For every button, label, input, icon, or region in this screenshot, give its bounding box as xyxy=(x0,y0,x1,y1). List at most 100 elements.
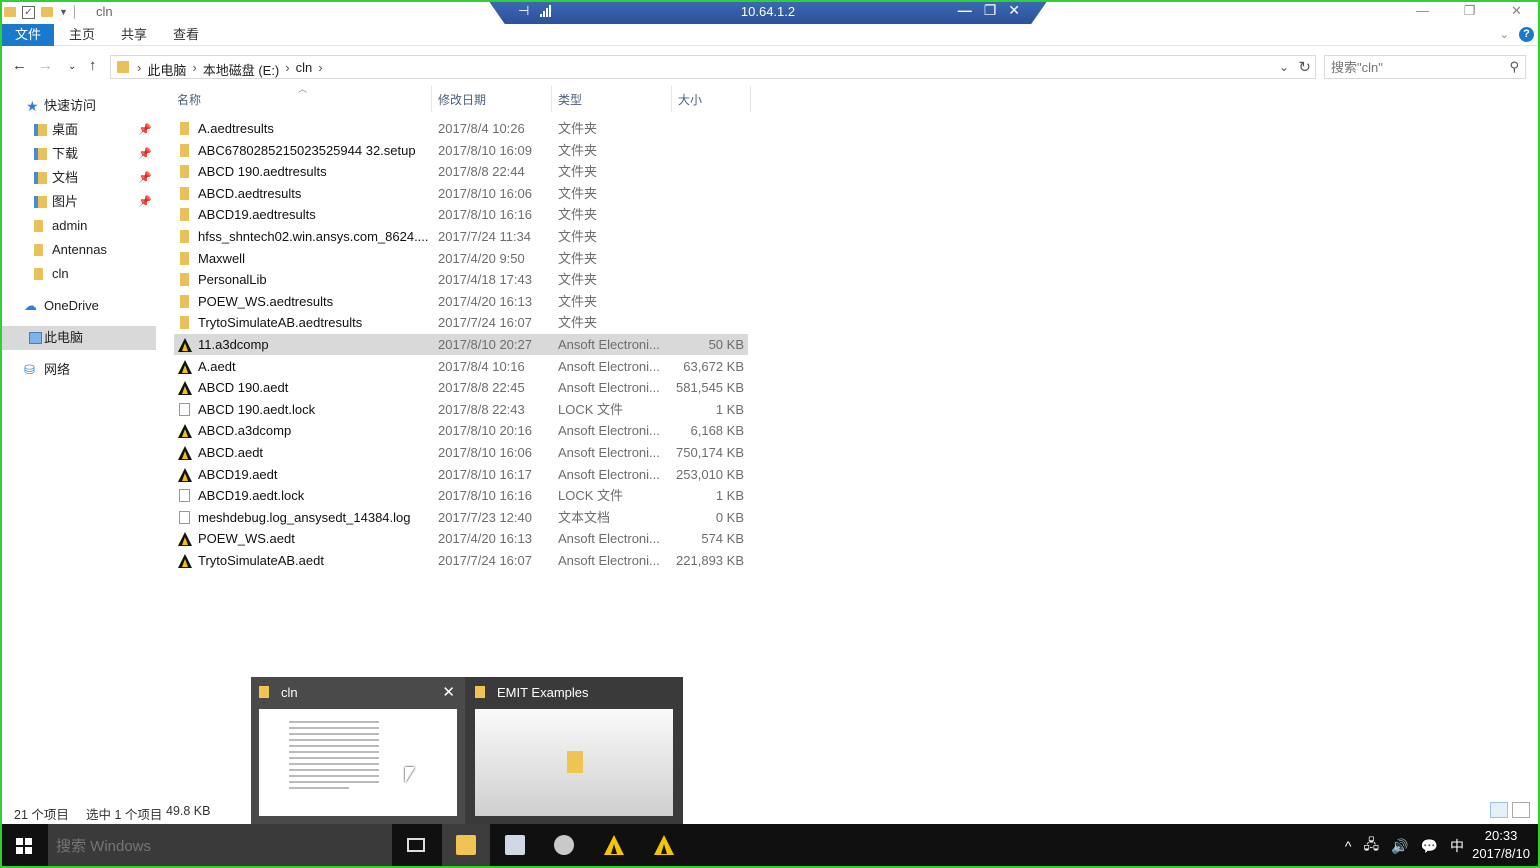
file-date: 2017/4/20 16:13 xyxy=(438,293,532,309)
sidebar-item-network[interactable]: ⛁ 网络 xyxy=(0,358,156,382)
file-row[interactable]: ABC6780285215023525944 32.setup 2017/8/10… xyxy=(174,140,748,161)
taskbar-remote-desktop[interactable] xyxy=(491,824,539,868)
large-icons-view-icon[interactable] xyxy=(1512,802,1530,818)
file-row[interactable]: TrytoSimulateAB.aedt 2017/7/24 16:07 Ansof… xyxy=(174,550,748,571)
clock[interactable]: 20:33 2017/8/10 xyxy=(1472,827,1530,863)
show-hidden-icons-icon[interactable]: ^ xyxy=(1345,838,1352,854)
file-row[interactable]: A.aedt 2017/8/4 10:16 Ansoft Electroni... 6… xyxy=(174,356,748,377)
up-arrow-icon[interactable]: ↑ xyxy=(89,57,97,74)
file-row[interactable]: ABCD19.aedtresults 2017/8/10 16:16 文件夹 xyxy=(174,204,748,225)
close-button[interactable]: ✕ xyxy=(1493,0,1540,24)
task-view-button[interactable] xyxy=(392,824,440,868)
maximize-button[interactable]: ❐ xyxy=(1446,0,1493,24)
refresh-icon[interactable]: ↻ xyxy=(1298,58,1311,76)
file-row[interactable]: PersonalLib 2017/4/18 17:43 文件夹 xyxy=(174,269,748,290)
taskbar-search-input[interactable] xyxy=(56,835,376,857)
file-type: Ansoft Electroni... xyxy=(558,445,660,460)
tool-app-icon xyxy=(554,835,574,855)
minimize-button[interactable]: — xyxy=(1399,0,1446,24)
breadcrumb-separator-icon[interactable]: › xyxy=(137,60,141,79)
column-name[interactable]: 名称 xyxy=(177,91,201,108)
search-icon[interactable]: ⚲ xyxy=(1509,59,1519,75)
breadcrumb-separator-icon[interactable]: › xyxy=(285,60,289,79)
forward-arrow-icon[interactable]: → xyxy=(38,57,53,74)
address-bar[interactable]: › 此电脑 › 本地磁盘 (E:) › cln › ⌄ ↻ xyxy=(110,55,1316,79)
file-row[interactable]: ABCD.aedtresults 2017/8/10 16:06 文件夹 xyxy=(174,183,748,204)
file-row[interactable]: ABCD 190.aedt 2017/8/8 22:45 Ansoft Electr… xyxy=(174,377,748,398)
remote-close-button[interactable]: ✕ xyxy=(1008,2,1020,19)
file-row[interactable]: Maxwell 2017/4/20 9:50 文件夹 xyxy=(174,248,748,269)
breadcrumb-local-disk[interactable]: 本地磁盘 (E:) xyxy=(203,60,280,79)
column-type[interactable]: 类型 xyxy=(558,91,582,108)
file-row[interactable]: POEW_WS.aedtresults 2017/4/20 16:13 文件夹 xyxy=(174,291,748,312)
column-divider[interactable] xyxy=(750,86,751,112)
sidebar-item-quick-access[interactable]: ★ 快速访问 xyxy=(0,94,156,118)
search-box: ⚲ xyxy=(1324,55,1526,79)
column-date[interactable]: 修改日期 xyxy=(438,91,486,108)
sidebar-item-admin[interactable]: admin xyxy=(0,214,156,238)
sidebar-item-pictures[interactable]: 图片 📌 xyxy=(0,190,156,214)
recent-locations-icon[interactable]: ⌄ xyxy=(68,61,76,72)
sidebar-item-cln[interactable]: cln xyxy=(0,262,156,286)
taskbar-file-explorer[interactable] xyxy=(442,824,490,868)
customize-dropdown-icon[interactable]: ▼ xyxy=(59,7,68,17)
tab-home[interactable]: 主页 xyxy=(62,24,102,46)
details-view-icon[interactable] xyxy=(1490,802,1508,818)
sidebar-item-documents[interactable]: 文档 📌 xyxy=(0,166,156,190)
network-status-icon[interactable]: 🖧 xyxy=(1364,834,1380,858)
file-row[interactable]: ABCD.aedt 2017/8/10 16:06 Ansoft Electroni… xyxy=(174,442,748,463)
file-size: 50 KB xyxy=(708,337,744,352)
remote-restore-button[interactable]: ❐ xyxy=(984,2,997,19)
breadcrumb-cln[interactable]: cln xyxy=(296,60,313,79)
help-icon[interactable]: ? xyxy=(1519,27,1534,42)
file-row[interactable]: ABCD19.aedt 2017/8/10 16:17 Ansoft Electro… xyxy=(174,464,748,485)
action-center-icon[interactable]: 💬 xyxy=(1421,838,1438,855)
taskbar-ansys-app-1[interactable] xyxy=(590,824,638,868)
column-size[interactable]: 大小 xyxy=(678,91,702,108)
file-row[interactable]: TrytoSimulateAB.aedtresults 2017/7/24 16:… xyxy=(174,312,748,333)
file-name: 11.a3dcomp xyxy=(198,337,269,352)
file-row[interactable]: ABCD 190.aedt.lock 2017/8/8 22:43 LOCK 文件 1… xyxy=(174,399,748,420)
taskbar-ansys-app-2[interactable] xyxy=(640,824,688,868)
file-row[interactable]: A.aedtresults 2017/8/4 10:26 文件夹 xyxy=(174,118,748,139)
address-dropdown-icon[interactable]: ⌄ xyxy=(1279,60,1289,74)
file-row[interactable]: hfss_shntech02.win.ansys.com_8624.... 201… xyxy=(174,226,748,247)
back-arrow-icon[interactable]: ← xyxy=(12,57,27,74)
breadcrumb-this-pc[interactable]: 此电脑 xyxy=(147,60,186,79)
file-row[interactable]: POEW_WS.aedt 2017/4/20 16:13 Ansoft Electr… xyxy=(174,528,748,549)
sidebar-item-this-pc[interactable]: 此电脑 xyxy=(0,326,156,350)
file-size: 253,010 KB xyxy=(676,466,744,482)
search-input[interactable] xyxy=(1331,57,1501,77)
sidebar-item-onedrive[interactable]: ☁ OneDrive xyxy=(0,294,156,318)
volume-icon[interactable]: 🔊 xyxy=(1391,838,1408,855)
sidebar-item-desktop[interactable]: 桌面 📌 xyxy=(0,118,156,142)
breadcrumb-separator-icon[interactable]: › xyxy=(192,60,196,79)
file-row[interactable]: meshdebug.log_ansysedt_14384.log 2017/7/2… xyxy=(174,507,748,528)
tab-share[interactable]: 共享 xyxy=(114,24,154,46)
file-name: ABCD19.aedt xyxy=(198,466,278,482)
column-divider[interactable] xyxy=(431,86,432,112)
sidebar-item-downloads[interactable]: 下载 📌 xyxy=(0,142,156,166)
task-view-icon xyxy=(407,838,425,852)
file-row[interactable]: ABCD19.aedt.lock 2017/8/10 16:16 LOCK 文件 1 … xyxy=(174,485,748,506)
tab-file[interactable]: 文件 xyxy=(2,24,54,46)
file-row[interactable]: ABCD 190.aedtresults 2017/8/8 22:44 文件夹 xyxy=(174,161,748,182)
column-divider[interactable] xyxy=(551,86,552,112)
file-row[interactable]: 11.a3dcomp 2017/8/10 20:27 Ansoft Electron… xyxy=(174,334,748,355)
thumbnail-cln[interactable]: cln ✕ xyxy=(251,677,465,824)
breadcrumb-separator-icon[interactable]: › xyxy=(318,60,322,79)
close-icon[interactable]: ✕ xyxy=(442,683,455,701)
start-button[interactable] xyxy=(0,824,48,868)
sidebar-item-antennas[interactable]: Antennas xyxy=(0,238,156,262)
new-folder-icon[interactable] xyxy=(41,7,53,17)
thumbnail-emit-examples[interactable]: EMIT Examples xyxy=(467,677,681,824)
tab-view[interactable]: 查看 xyxy=(166,24,206,46)
expand-ribbon-icon[interactable]: ⌄ xyxy=(1500,28,1509,41)
column-divider[interactable] xyxy=(671,86,672,112)
remote-minimize-button[interactable]: — xyxy=(958,2,972,19)
file-row[interactable]: ABCD.a3dcomp 2017/8/10 20:16 Ansoft Electr… xyxy=(174,420,748,441)
properties-icon[interactable]: ✓ xyxy=(22,5,35,19)
folder-icon xyxy=(180,122,189,135)
taskbar-tool-app[interactable] xyxy=(540,824,588,868)
input-method-icon[interactable]: 中 xyxy=(1450,836,1464,856)
